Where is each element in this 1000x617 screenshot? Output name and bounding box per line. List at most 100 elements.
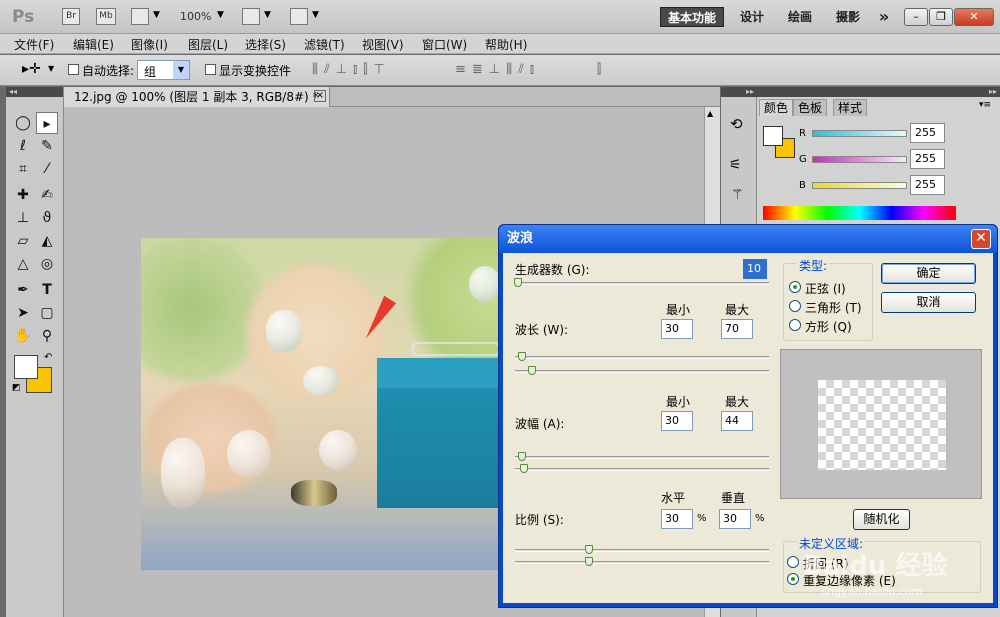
type-square-label[interactable]: 方形 (Q) [805,318,852,335]
menu-filter[interactable]: 滤镜(T) [304,36,345,53]
wrap-around-radio[interactable] [787,556,799,568]
shape-tool-icon[interactable]: ▢ [36,302,58,324]
align-icons[interactable]: ⫼⫽⊥⫾⫿⊤ [312,62,391,77]
hand-tool-icon[interactable]: ✋ [12,325,34,347]
dodge-tool-icon[interactable]: ◎ [36,253,58,275]
menu-window[interactable]: 窗口(W) [422,36,467,53]
randomize-button[interactable]: 随机化 [853,509,910,530]
tab-styles[interactable]: 样式 [833,99,868,116]
panel-collapse-icon[interactable]: ▸▸ [721,87,757,97]
wavelength-min-input[interactable]: 30 [661,319,693,339]
type-sine-radio[interactable] [789,281,801,293]
menu-view[interactable]: 视图(V) [362,36,404,53]
lasso-tool-icon[interactable]: ℓ [12,135,34,157]
menu-help[interactable]: 帮助(H) [485,36,527,53]
generators-input[interactable]: 10 [743,259,767,279]
cancel-button[interactable]: 取消 [881,292,976,313]
auto-align-icon[interactable]: ⫿ [597,62,601,77]
amplitude-min-knob[interactable] [518,452,526,461]
menu-image[interactable]: 图像(I) [131,36,168,53]
move-tool-icon[interactable]: ▸✛ [22,61,41,77]
scale-vertical-slider[interactable] [515,561,769,564]
ok-button[interactable]: 确定 [881,263,976,284]
view-extras-button[interactable] [131,8,149,25]
amplitude-min-slider[interactable] [515,456,769,459]
tab-swatches[interactable]: 色板 [793,99,828,116]
screen-mode-button[interactable] [290,8,308,25]
panel-collapse-icon[interactable]: ▸▸ [757,87,1000,97]
wavelength-min-slider[interactable] [515,356,769,359]
more-workspaces-button[interactable]: » [872,7,896,27]
wavelength-max-slider[interactable] [515,370,769,373]
auto-select-checkbox[interactable] [68,64,79,75]
channel-b-input[interactable]: 255 [910,175,945,195]
zoom-tool-icon[interactable]: ⚲ [36,325,58,347]
color-spectrum-bar[interactable] [763,206,956,220]
channel-g-input[interactable]: 255 [910,149,945,169]
brush-panel-icon[interactable]: ⚟ [729,157,742,173]
scale-horizontal-input[interactable]: 30 [661,509,693,529]
amplitude-max-input[interactable]: 44 [721,411,753,431]
channel-r-slider[interactable] [812,130,907,137]
amplitude-max-knob[interactable] [520,464,528,473]
type-tool-icon[interactable]: T [36,279,58,301]
eyedropper-icon[interactable]: ⁄ [36,158,58,180]
swap-colors-icon[interactable]: ↶ [44,352,52,363]
type-sine-label[interactable]: 正弦 (I) [805,280,846,297]
amplitude-min-input[interactable]: 30 [661,411,693,431]
menu-file[interactable]: 文件(F) [14,36,54,53]
chevron-down-icon[interactable]: ▼ [217,10,224,20]
panel-foreground-swatch[interactable] [763,126,783,146]
menu-select[interactable]: 选择(S) [245,36,286,53]
scroll-up-icon[interactable]: ▲ [707,109,713,118]
scale-vertical-input[interactable]: 30 [719,509,751,529]
crop-tool-icon[interactable]: ⌗ [12,158,34,180]
type-square-radio[interactable] [789,319,801,331]
marquee-tool-icon[interactable]: ◯ [12,112,34,134]
scale-horizontal-knob[interactable] [585,545,593,554]
paint-bucket-icon[interactable]: ◭ [36,230,58,252]
healing-brush-icon[interactable]: ✚ [12,184,34,206]
workspace-photography[interactable]: 摄影 [828,7,868,27]
minimize-button[interactable]: – [904,8,928,26]
tab-color[interactable]: 颜色 [759,99,794,116]
channel-b-slider[interactable] [812,182,907,189]
default-colors-icon[interactable]: ◩ [12,383,21,393]
history-brush-icon[interactable]: ϑ [36,207,58,229]
pen-tool-icon[interactable]: ✒ [12,279,34,301]
bridge-button[interactable]: Br [62,8,80,25]
mini-bridge-button[interactable]: Mb [96,8,116,25]
close-icon[interactable]: ✕ [971,229,991,249]
chevron-down-icon[interactable]: ▼ [173,61,189,79]
blur-tool-icon[interactable]: △ [12,253,34,275]
quick-select-icon[interactable]: ✎ [36,135,58,157]
document-tab[interactable]: 12.jpg @ 100% (图层 1 副本 3, RGB/8#) * × [64,87,330,107]
close-window-button[interactable]: ✕ [954,8,994,26]
chevron-down-icon[interactable]: ▼ [312,10,319,20]
menu-edit[interactable]: 编辑(E) [73,36,114,53]
arrange-documents-button[interactable] [242,8,260,25]
zoom-level[interactable]: 100% [180,10,211,23]
wavelength-max-input[interactable]: 70 [721,319,753,339]
type-triangle-radio[interactable] [789,300,801,312]
generators-slider-knob[interactable] [514,278,522,287]
channel-g-slider[interactable] [812,156,907,163]
workspace-design[interactable]: 设计 [732,7,772,27]
chevron-down-icon[interactable]: ▼ [48,64,54,73]
workspace-essentials[interactable]: 基本功能 [660,7,724,27]
repeat-edge-radio[interactable] [787,573,799,585]
chevron-down-icon[interactable]: ▼ [264,10,271,20]
show-transform-checkbox[interactable] [205,64,216,75]
restore-button[interactable]: ❐ [929,8,953,26]
type-triangle-label[interactable]: 三角形 (T) [805,299,862,316]
scale-vertical-knob[interactable] [585,557,593,566]
amplitude-max-slider[interactable] [515,468,769,471]
menu-layer[interactable]: 图层(L) [188,36,228,53]
brush-tool-icon[interactable]: ✍ [36,184,58,206]
auto-select-dropdown[interactable]: 组 ▼ [137,60,190,80]
wavelength-min-knob[interactable] [518,352,526,361]
scale-horizontal-slider[interactable] [515,549,769,552]
path-select-icon[interactable]: ➤ [12,302,34,324]
distribute-icons[interactable]: ≡≣⊥⫼⫽⫾ [455,62,540,77]
move-tool-icon[interactable]: ▸ [36,112,58,134]
